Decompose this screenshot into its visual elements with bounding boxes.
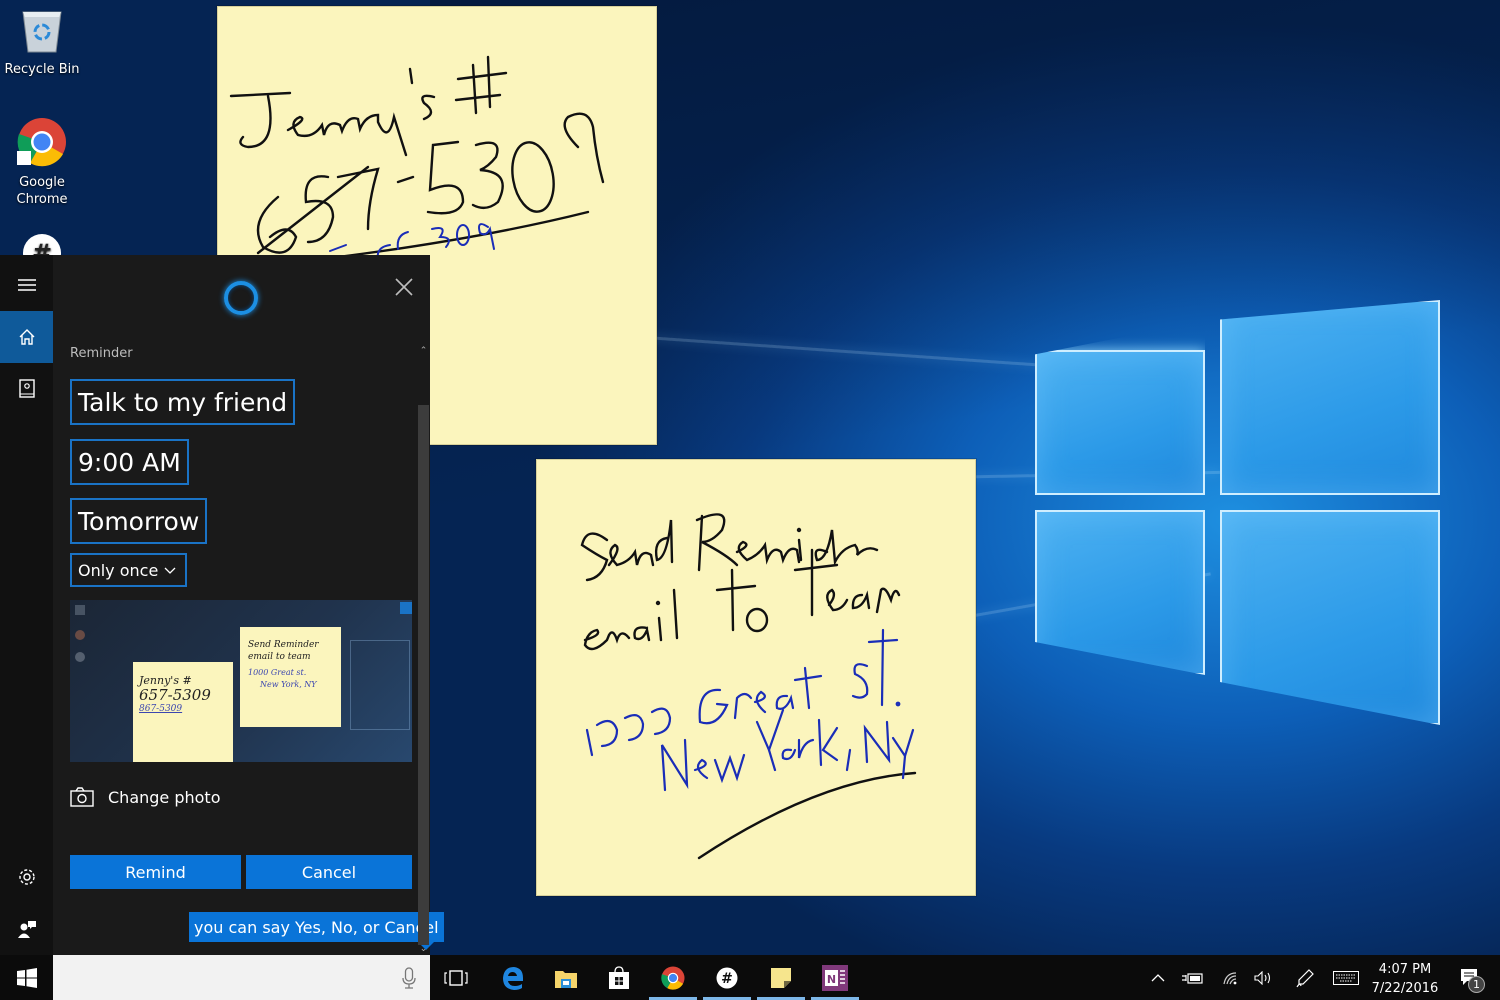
chevron-up-icon xyxy=(1151,973,1165,981)
keyboard-icon xyxy=(1333,970,1359,985)
thumb-wallpaper-pane xyxy=(350,640,410,730)
time-field[interactable]: 9:00 AM xyxy=(70,439,189,485)
scroll-down-arrow[interactable]: ⌄ xyxy=(418,943,429,955)
desktop-icon-google-chrome[interactable]: Google Chrome xyxy=(0,117,84,208)
windows-ink-button[interactable] xyxy=(1290,955,1320,1000)
volume-button[interactable] xyxy=(1248,955,1278,1000)
notebook-icon xyxy=(18,379,35,398)
recycle-bin-icon xyxy=(22,11,62,53)
chrome-icon xyxy=(661,965,685,990)
thumb-slack-icon xyxy=(75,652,85,662)
desktop-icon-slack[interactable]: # xyxy=(0,233,84,255)
microphone-icon[interactable] xyxy=(402,967,416,989)
reminder-text-field[interactable]: Talk to my friend xyxy=(70,379,296,425)
pen-icon xyxy=(1296,968,1314,987)
svg-text:#: # xyxy=(721,971,733,987)
attached-photo[interactable]: Jenny's # 657-5309 867-5309 Send Reminde… xyxy=(70,600,412,762)
cortana-logo-icon xyxy=(224,281,258,315)
svg-text:N: N xyxy=(827,973,836,986)
wifi-icon xyxy=(1223,971,1237,984)
taskbar-sticky-notes[interactable] xyxy=(755,955,807,1000)
section-label: Reminder xyxy=(70,346,133,361)
feedback-button[interactable] xyxy=(0,903,53,955)
repeat-value: Only once xyxy=(78,560,159,580)
desktop-icon-label: Recycle Bin xyxy=(4,62,80,77)
show-hidden-icons-button[interactable] xyxy=(1145,955,1171,1000)
file-explorer-icon xyxy=(555,970,577,988)
task-view-icon xyxy=(444,969,468,986)
cortana-nav-rail xyxy=(0,255,53,955)
edge-icon xyxy=(503,966,523,990)
close-icon xyxy=(395,278,413,296)
remind-button[interactable]: Remind xyxy=(70,855,241,889)
thumb-sticky-note-jenny: Jenny's # 657-5309 867-5309 xyxy=(133,662,233,762)
chrome-icon xyxy=(17,118,66,167)
battery-charging-icon xyxy=(1182,972,1203,984)
settings-button[interactable] xyxy=(0,851,53,903)
notification-count-badge: 1 xyxy=(1468,976,1485,993)
taskbar-slack[interactable]: # xyxy=(701,955,753,1000)
hamburger-icon xyxy=(17,279,36,291)
windows-logo-icon xyxy=(16,967,37,988)
thumb-chrome-icon xyxy=(75,630,85,640)
taskbar-task-view[interactable] xyxy=(430,955,482,1000)
clock-date: 7/22/2016 xyxy=(1371,981,1439,996)
clock-time: 4:07 PM xyxy=(1378,962,1432,977)
taskbar-chrome[interactable] xyxy=(647,955,699,1000)
thumb-sticky-note-reminder: Send Reminder email to team 1000 Great s… xyxy=(240,627,341,727)
sticky-note-reminder[interactable] xyxy=(536,459,976,896)
desktop-icon-label: Google Chrome xyxy=(16,175,68,207)
sticky-notes-icon xyxy=(771,967,791,988)
onenote-icon: N xyxy=(822,964,848,991)
notebook-button[interactable] xyxy=(0,363,53,415)
change-photo-button[interactable]: Change photo xyxy=(70,787,221,807)
desktop-icon-recycle-bin[interactable]: Recycle Bin xyxy=(0,6,84,78)
handwriting-ink xyxy=(580,513,917,860)
remove-photo-button[interactable] xyxy=(400,602,412,614)
camera-icon xyxy=(70,787,94,807)
cancel-button[interactable]: Cancel xyxy=(246,855,412,889)
feedback-icon xyxy=(17,921,36,938)
touch-keyboard-button[interactable] xyxy=(1330,955,1362,1000)
close-button[interactable] xyxy=(392,275,416,299)
thumb-recycle-bin-icon xyxy=(75,605,85,615)
day-field[interactable]: Tomorrow xyxy=(70,498,208,544)
clock[interactable]: 4:07 PM 7/22/2016 xyxy=(1365,960,1445,998)
taskbar-onenote[interactable]: N xyxy=(809,955,861,1000)
speech-hint-bubble: you can say Yes, No, or Cancel xyxy=(189,912,444,950)
action-center-button[interactable]: 1 xyxy=(1452,955,1488,1000)
repeat-dropdown[interactable]: Only once xyxy=(70,553,187,587)
svg-text:#: # xyxy=(32,239,52,255)
battery-button[interactable] xyxy=(1178,955,1208,1000)
volume-icon xyxy=(1254,970,1271,985)
home-icon xyxy=(19,329,34,345)
gear-icon xyxy=(18,869,35,885)
cortana-search-input[interactable] xyxy=(53,955,430,1000)
start-button[interactable] xyxy=(0,955,53,1000)
taskbar-file-explorer[interactable] xyxy=(540,955,592,1000)
taskbar-store[interactable] xyxy=(593,955,645,1000)
hamburger-menu-button[interactable] xyxy=(0,259,53,311)
taskbar-edge[interactable] xyxy=(487,955,539,1000)
store-icon xyxy=(609,965,629,989)
wifi-button[interactable] xyxy=(1215,955,1245,1000)
cortana-panel: Reminder Talk to my friend 9:00 AM Tomor… xyxy=(0,255,444,955)
scroll-up-arrow[interactable]: ⌃ xyxy=(418,345,429,357)
chevron-down-icon xyxy=(164,567,176,574)
slack-icon: # xyxy=(23,234,61,255)
scrollbar-thumb[interactable] xyxy=(418,405,429,945)
slack-icon: # xyxy=(716,967,738,988)
change-photo-label: Change photo xyxy=(108,787,221,807)
home-button[interactable] xyxy=(0,311,53,363)
taskbar: # N 4:07 PM 7/22/2016 1 xyxy=(0,955,1500,1000)
